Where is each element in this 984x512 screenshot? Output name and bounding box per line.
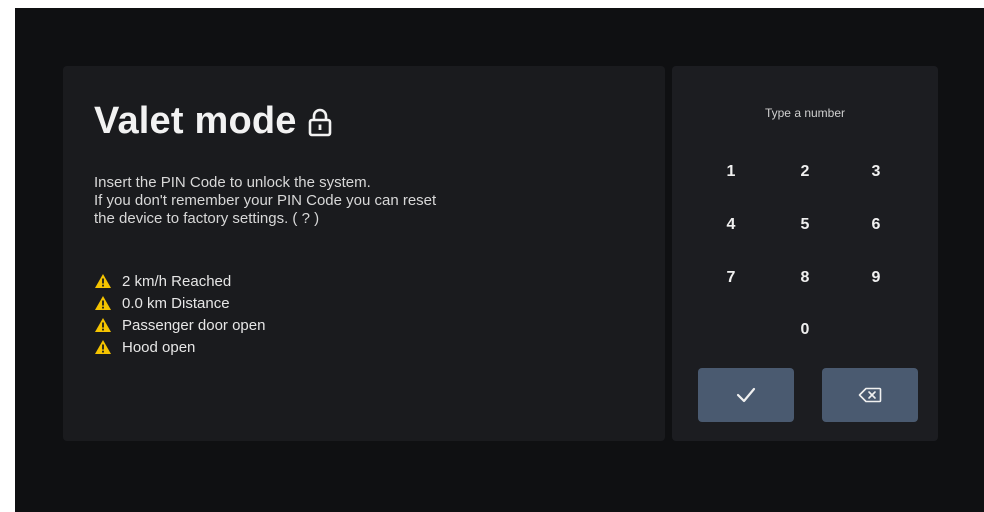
warning-text: 2 km/h Reached [122,272,232,290]
warning-icon [95,318,111,332]
page-title: Valet mode [94,100,297,142]
confirm-button[interactable] [698,368,794,422]
screen: Valet mode Insert the PIN Code to unlock… [15,8,984,512]
warning-text: Hood open [122,338,196,356]
warning-item: 0.0 km Distance [94,292,265,314]
warning-icon [95,274,111,288]
backspace-button[interactable] [822,368,918,422]
key-0[interactable]: 0 [775,312,835,348]
warning-item: Hood open [94,336,265,358]
key-6[interactable]: 6 [846,207,906,243]
key-7[interactable]: 7 [701,260,761,296]
warning-text: 0.0 km Distance [122,294,230,312]
warning-list: 2 km/h Reached 0.0 km Distance Passenger… [94,270,265,358]
pin-prompt: Type a number [764,106,846,120]
warning-icon [95,296,111,310]
title-row: Valet mode [94,100,333,143]
description-line-1: Insert the PIN Code to unlock the system… [94,174,371,191]
description: Insert the PIN Code to unlock the system… [94,174,574,228]
key-1[interactable]: 1 [701,154,761,190]
backspace-icon [858,387,882,403]
description-line-3[interactable]: the device to factory settings. ( ? ) [94,210,574,228]
description-line-2: If you don't remember your PIN Code you … [94,192,437,209]
valet-info-panel: Valet mode Insert the PIN Code to unlock… [63,66,665,441]
pin-keypad-panel: Type a number 1 2 3 4 5 6 7 8 9 0 [672,66,938,441]
warning-item: Passenger door open [94,314,265,336]
key-5[interactable]: 5 [775,207,835,243]
key-2[interactable]: 2 [775,154,835,190]
key-9[interactable]: 9 [846,260,906,296]
warning-icon [95,340,111,354]
key-8[interactable]: 8 [775,260,835,296]
warning-text: Passenger door open [122,316,266,334]
key-4[interactable]: 4 [701,207,761,243]
checkmark-icon [736,387,756,403]
lock-icon [308,108,331,136]
key-3[interactable]: 3 [846,154,906,190]
warning-item: 2 km/h Reached [94,270,265,292]
